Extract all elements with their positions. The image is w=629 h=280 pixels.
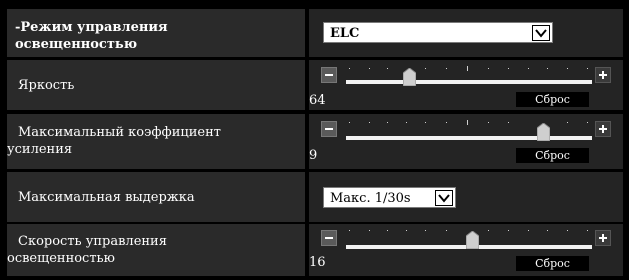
- chevron-down-icon[interactable]: [532, 25, 550, 41]
- row-lighting-control-speed: Скорость управления освещенностью 16 Сбр…: [0, 224, 629, 280]
- lighting-control-mode-value-cell: ELC: [309, 9, 623, 57]
- brightness-label: Яркость: [18, 78, 75, 93]
- max-shutter-label: Максимальная выдержка: [18, 190, 195, 205]
- max-gain-label-line2: усиления: [7, 142, 73, 157]
- brightness-value-cell: 64 Сброс: [309, 60, 623, 110]
- minus-icon[interactable]: [321, 67, 337, 83]
- lighting-control-speed-slider-thumb[interactable]: [466, 231, 479, 249]
- lighting-control-mode-selected: ELC: [330, 26, 360, 41]
- lighting-control-speed-label-line2: освещенностью: [7, 251, 115, 266]
- max-gain-slider-thumb[interactable]: [537, 123, 550, 141]
- lighting-control-mode-label-line2: освещенностью: [15, 37, 138, 52]
- max-gain-label-line1: Максимальный коэффициент: [18, 125, 221, 140]
- brightness-label-cell: Яркость: [7, 60, 305, 110]
- max-gain-reset-button[interactable]: Сброс: [516, 148, 589, 163]
- minus-icon[interactable]: [321, 121, 337, 137]
- max-shutter-select[interactable]: Макс. 1/30s: [323, 187, 456, 208]
- lighting-control-speed-label-line1: Скорость управления: [18, 234, 167, 249]
- max-shutter-selected: Макс. 1/30s: [330, 191, 411, 206]
- max-shutter-value-cell: Макс. 1/30s: [309, 172, 623, 222]
- row-max-gain: Максимальный коэффициент усиления 9 Сбро…: [0, 114, 629, 170]
- plus-icon[interactable]: [595, 121, 611, 137]
- lighting-control-mode-label-line1: -Режим управления: [15, 20, 168, 35]
- max-gain-value: 9: [309, 148, 318, 163]
- brightness-value: 64: [309, 93, 326, 108]
- minus-icon[interactable]: [321, 230, 337, 246]
- lighting-control-speed-label-cell: Скорость управления освещенностью: [7, 224, 305, 276]
- plus-icon[interactable]: [595, 230, 611, 246]
- max-shutter-label-cell: Максимальная выдержка: [7, 172, 305, 222]
- brightness-slider-track[interactable]: [346, 80, 592, 84]
- brightness-slider-thumb[interactable]: [403, 68, 416, 86]
- row-max-shutter: Максимальная выдержка Макс. 1/30s: [0, 172, 629, 224]
- max-gain-label-cell: Максимальный коэффициент усиления: [7, 114, 305, 169]
- chevron-down-icon[interactable]: [435, 190, 453, 206]
- lighting-control-settings-panel: -Режим управления освещенностью ELC Ярко…: [0, 0, 629, 280]
- max-gain-value-cell: 9 Сброс: [309, 114, 623, 169]
- max-gain-slider-track[interactable]: [346, 136, 592, 140]
- plus-icon[interactable]: [595, 67, 611, 83]
- row-brightness: Яркость 64 Сброс: [0, 60, 629, 112]
- lighting-control-speed-value-cell: 16 Сброс: [309, 224, 623, 276]
- brightness-reset-button[interactable]: Сброс: [516, 92, 589, 107]
- lighting-control-speed-value: 16: [309, 255, 326, 270]
- row-lighting-control-mode: -Режим управления освещенностью ELC: [0, 0, 629, 60]
- lighting-control-mode-select[interactable]: ELC: [323, 22, 553, 43]
- lighting-control-speed-reset-button[interactable]: Сброс: [516, 256, 589, 271]
- lighting-control-mode-label: -Режим управления освещенностью: [7, 9, 305, 57]
